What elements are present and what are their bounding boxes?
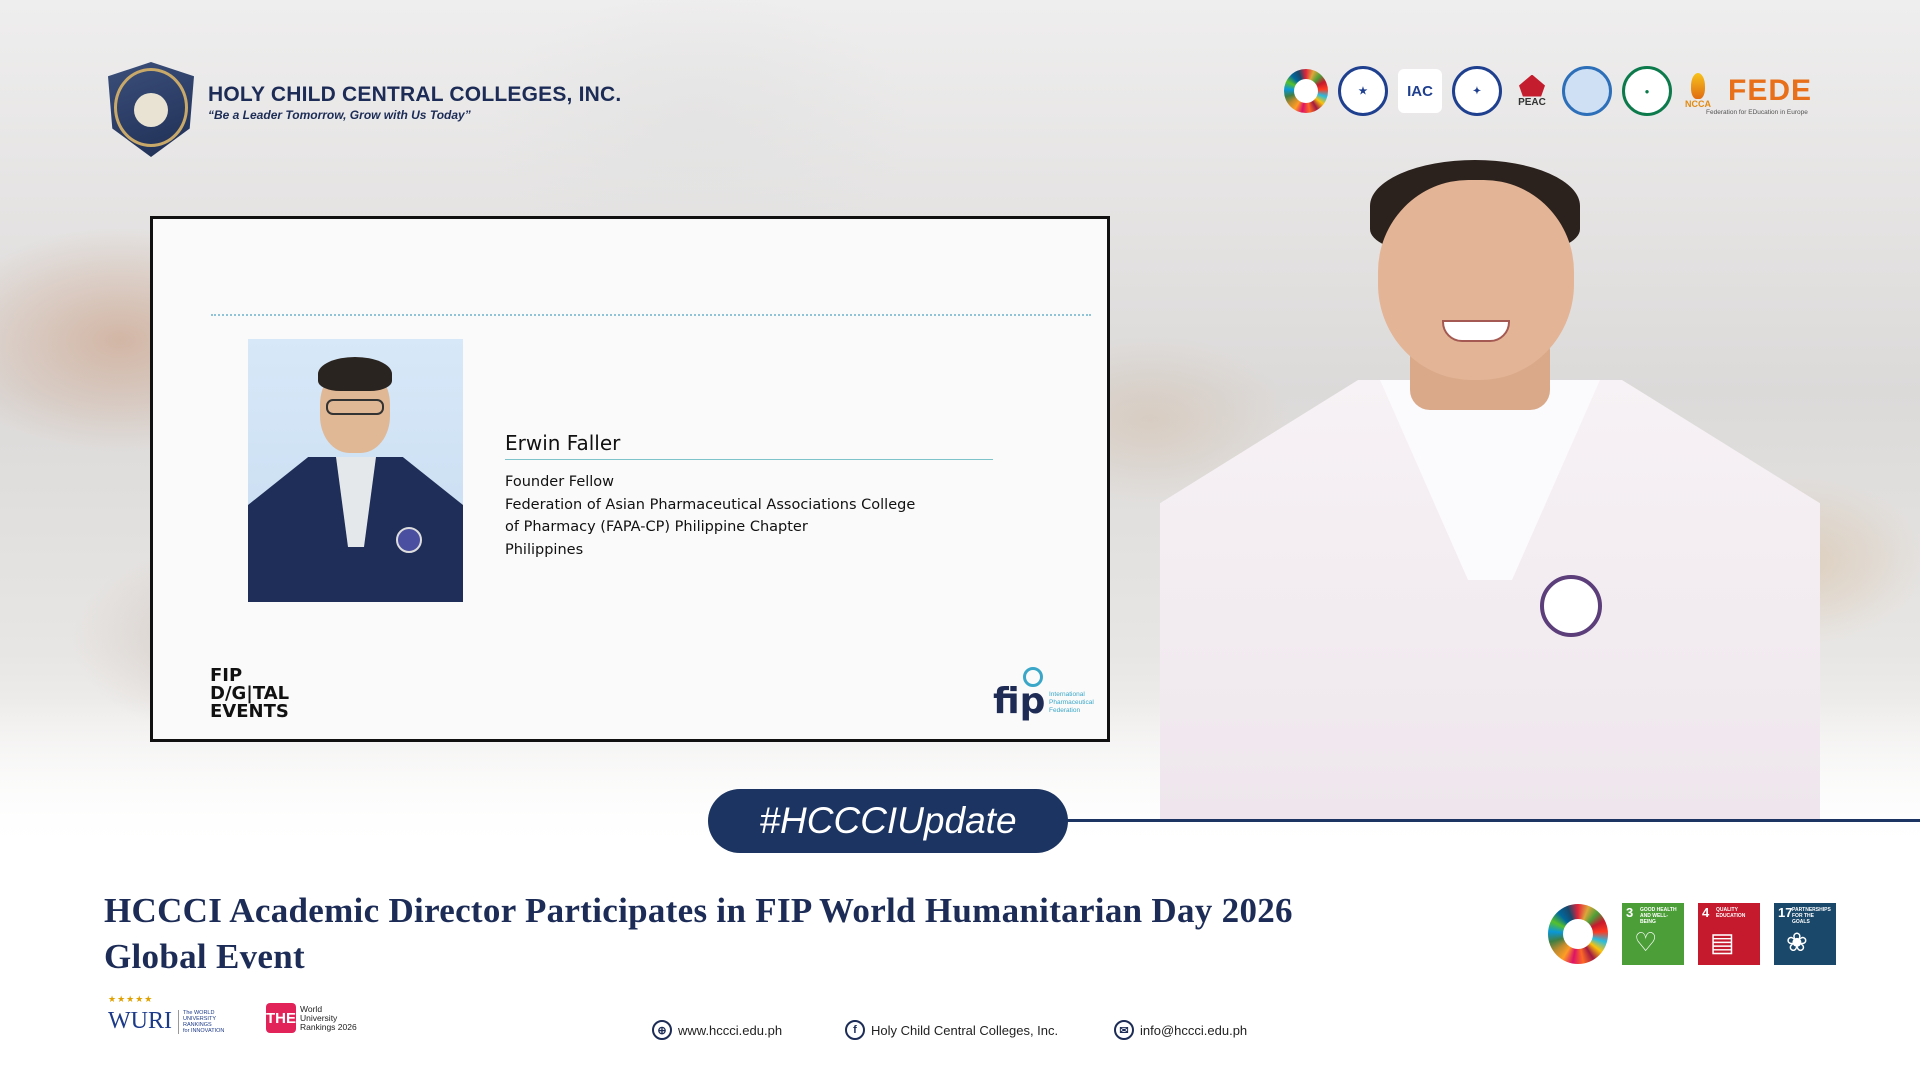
- website-link[interactable]: ⊕ www.hccci.edu.ph: [652, 1020, 782, 1040]
- book-icon: ▤: [1710, 927, 1735, 957]
- sdg-badges: 3 GOOD HEALTH AND WELL-BEING ♡ 4 QUALITY…: [1548, 903, 1836, 965]
- headline: HCCCI Academic Director Participates in …: [104, 888, 1424, 980]
- facebook-text: Holy Child Central Colleges, Inc.: [871, 1022, 1059, 1038]
- heartbeat-icon: ♡: [1634, 927, 1658, 957]
- school-motto: “Be a Leader Tomorrow, Grow with Us Toda…: [208, 108, 471, 122]
- speaker-title: Founder Fellow: [505, 474, 615, 490]
- speaker-org-line2: of Pharmacy (FAPA-CP) Philippine Chapter: [505, 519, 808, 535]
- director-portrait: [1160, 120, 1820, 820]
- globe-icon: ⊕: [652, 1020, 672, 1040]
- sdg-3-tile: 3 GOOD HEALTH AND WELL-BEING ♡: [1622, 903, 1684, 965]
- speaker-org-line1: Federation of Asian Pharmaceutical Assoc…: [505, 496, 916, 513]
- presentation-slide: Erwin Faller Founder Fellow Federation o…: [150, 216, 1110, 742]
- peac-logo: PEAC: [1512, 66, 1552, 116]
- hashtag-pill: #HCCCIUpdate: [708, 789, 1068, 853]
- hashtag-rule: [1060, 819, 1920, 822]
- name-underline: [505, 459, 993, 460]
- wuri-logo: WURI The WORLD UNIVERSITY RANKINGS for I…: [108, 1008, 225, 1034]
- headline-line1: HCCCI Academic Director Participates in …: [104, 891, 1293, 930]
- deped-seal-logo: ✦: [1452, 66, 1502, 116]
- iac-logo: IAC: [1398, 69, 1442, 113]
- coat-emblem: [1540, 575, 1602, 637]
- speaker-details: Founder Fellow Federation of Asian Pharm…: [505, 471, 915, 561]
- speaker-country: Philippines: [505, 541, 584, 558]
- sdg-4-tile: 4 QUALITY EDUCATION ▤: [1698, 903, 1760, 965]
- headline-line2: Global Event: [104, 937, 305, 976]
- green-seal-logo: ●: [1622, 66, 1672, 116]
- flower-icon: ❀: [1786, 927, 1808, 957]
- fip-logo: fip International Pharmaceutical Federat…: [993, 667, 1103, 727]
- sdg-17-tile: 17 PARTNERSHIPS FOR THE GOALS ❀: [1774, 903, 1836, 965]
- sdg-wheel-icon: [1548, 904, 1608, 964]
- the-rankings-logo: THE World University Rankings 2026: [266, 1003, 357, 1033]
- email-link[interactable]: ✉ info@hccci.edu.ph: [1114, 1020, 1247, 1040]
- facebook-icon: f: [845, 1020, 865, 1040]
- speaker-name: Erwin Faller: [505, 431, 621, 455]
- philippine-seal-logo: ★: [1338, 66, 1388, 116]
- slide-divider: [211, 314, 1091, 316]
- mail-icon: ✉: [1114, 1020, 1134, 1040]
- sdg-wheel-logo: [1284, 69, 1328, 113]
- blue-seal-logo: [1562, 66, 1612, 116]
- fip-digital-events-logo: FIP D/G|TAL EVENTS: [210, 665, 290, 722]
- facebook-link[interactable]: f Holy Child Central Colleges, Inc.: [845, 1020, 1058, 1040]
- email-text: info@hccci.edu.ph: [1140, 1022, 1248, 1038]
- fede-subtitle: Federation for EDucation in Europe: [1706, 109, 1808, 116]
- fede-logo: FEDE: [1728, 74, 1813, 107]
- school-name: HOLY CHILD CENTRAL COLLEGES, INC.: [208, 83, 622, 106]
- ncca-logo: NCCA: [1682, 67, 1714, 115]
- website-text: www.hccci.edu.ph: [678, 1022, 783, 1038]
- speaker-photo: [248, 339, 463, 602]
